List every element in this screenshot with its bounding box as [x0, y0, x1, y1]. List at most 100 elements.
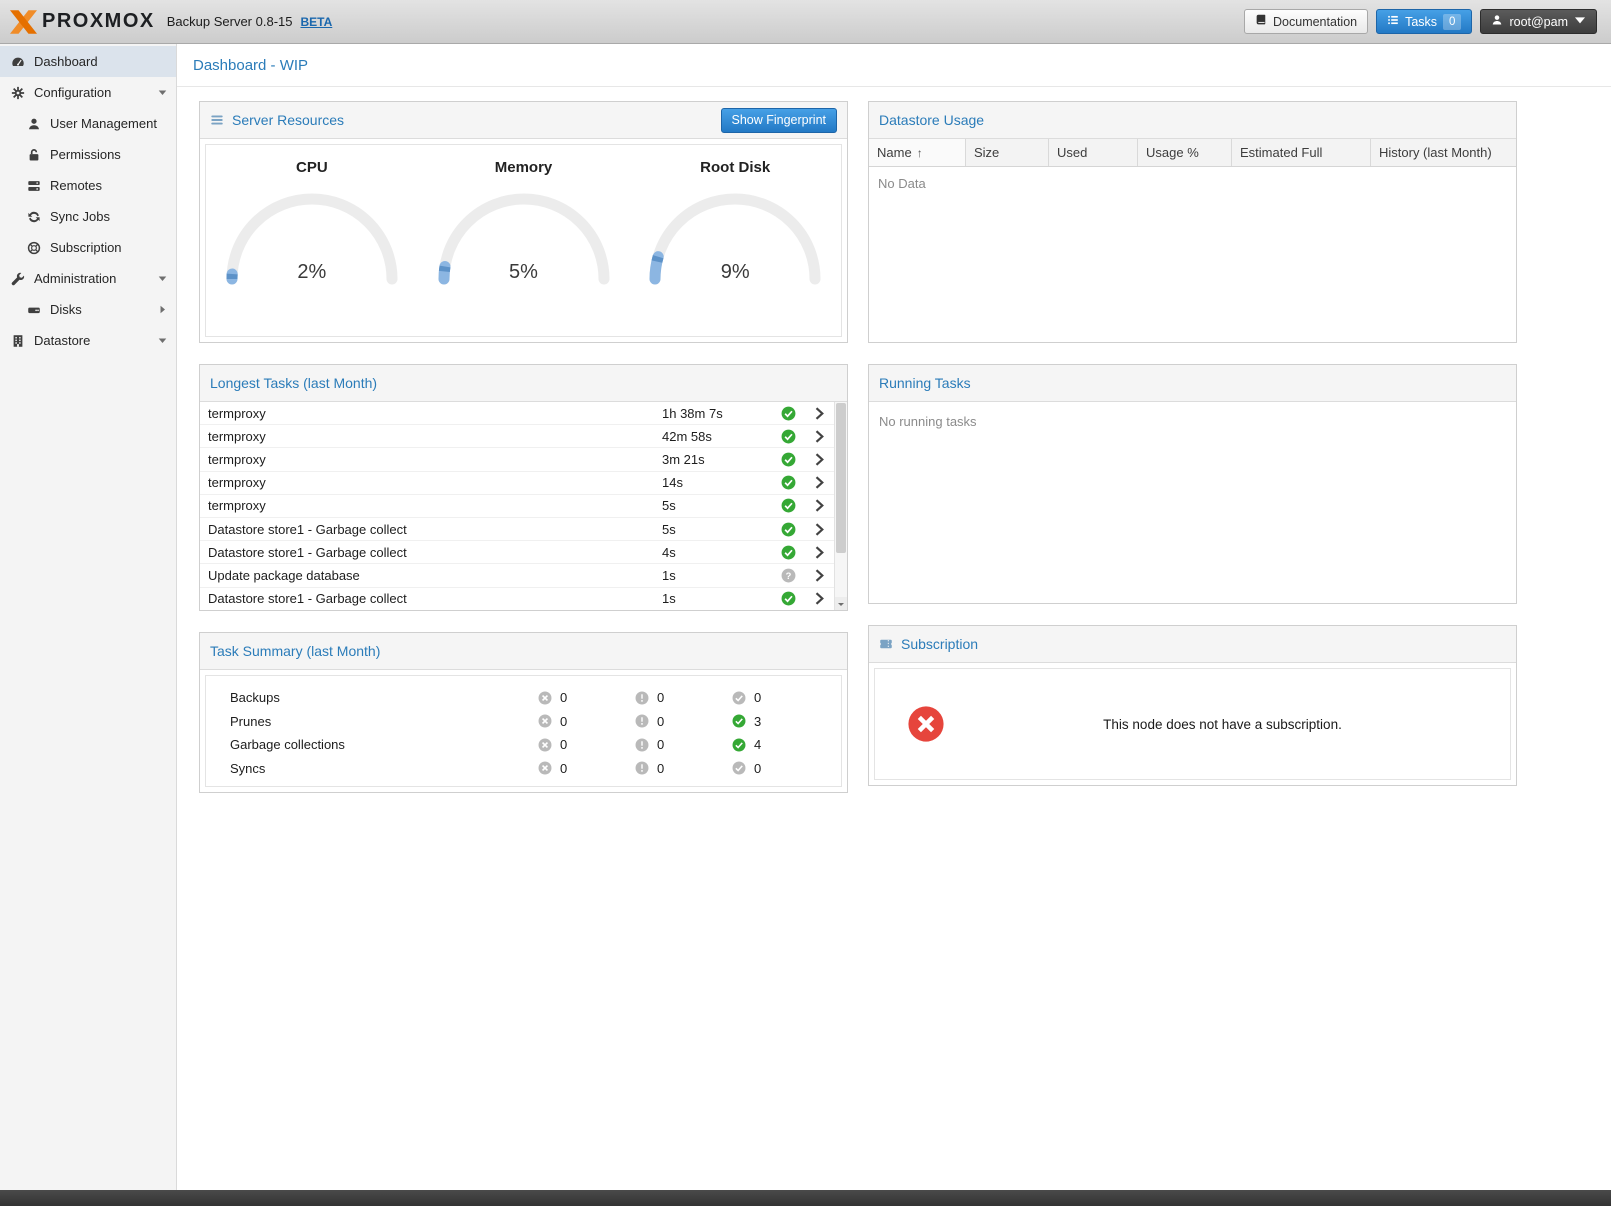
- task-summary-title: Task Summary (last Month): [210, 643, 380, 659]
- caret-down-icon: [158, 336, 167, 345]
- sidebar-item-sync-jobs[interactable]: Sync Jobs: [0, 201, 176, 232]
- task-name: termproxy: [208, 429, 662, 444]
- chevron-right-icon[interactable]: [806, 499, 832, 512]
- gauge-value: 5%: [509, 261, 538, 284]
- chevron-right-icon[interactable]: [806, 592, 832, 605]
- scrollbar-thumb[interactable]: [836, 403, 846, 553]
- sidebar-item-datastore[interactable]: Datastore: [0, 325, 176, 356]
- times-circle-icon: [538, 738, 552, 752]
- count-value: 0: [560, 714, 567, 729]
- sidebar-item-dashboard[interactable]: Dashboard: [0, 46, 176, 77]
- show-fingerprint-button[interactable]: Show Fingerprint: [721, 108, 838, 133]
- subscription-body: This node does not have a subscription.: [874, 668, 1511, 780]
- sidebar-item-administration[interactable]: Administration: [0, 263, 176, 294]
- task-name: Datastore store1 - Garbage collect: [208, 591, 662, 606]
- sidebar-item-subscription[interactable]: Subscription: [0, 232, 176, 263]
- chevron-right-icon[interactable]: [806, 546, 832, 559]
- tasks-button[interactable]: Tasks 0: [1376, 9, 1472, 34]
- gauges-container: CPU 2%: [205, 144, 842, 337]
- ok-count: 4: [732, 737, 829, 752]
- datastore-usage-title: Datastore Usage: [879, 112, 984, 128]
- scroll-down-button[interactable]: [835, 597, 847, 610]
- check-circle-icon: [732, 714, 746, 728]
- chevron-right-icon[interactable]: [806, 569, 832, 582]
- column-header-estimated-full[interactable]: Estimated Full: [1232, 139, 1371, 166]
- count-value: 0: [754, 690, 761, 705]
- sidebar-item-label: Administration: [34, 271, 116, 286]
- task-list-icon: [1387, 14, 1399, 29]
- task-summary-panel: Task Summary (last Month) Backups 0: [199, 632, 848, 793]
- datastore-usage-panel: Datastore Usage Name ↑ Size Used: [868, 101, 1517, 343]
- column-header-usage-percent[interactable]: Usage %: [1138, 139, 1232, 166]
- task-row[interactable]: Update package database 1s: [200, 564, 834, 587]
- column-header-history[interactable]: History (last Month): [1371, 139, 1516, 166]
- sidebar-item-disks[interactable]: Disks: [0, 294, 176, 325]
- user-menu-button[interactable]: root@pam: [1480, 9, 1597, 34]
- longest-tasks-list: termproxy 1h 38m 7s termproxy 42m 58s: [200, 402, 847, 610]
- column-label: History (last Month): [1379, 145, 1492, 160]
- sidebar-item-remotes[interactable]: Remotes: [0, 170, 176, 201]
- sort-asc-icon: ↑: [917, 146, 923, 160]
- longest-tasks-title: Longest Tasks (last Month): [210, 375, 377, 391]
- subscription-panel: Subscription This node does not have a s…: [868, 625, 1517, 786]
- sidebar-item-permissions[interactable]: Permissions: [0, 139, 176, 170]
- main-area: Dashboard - WIP Server Resources Show Fi…: [177, 44, 1611, 1190]
- column-header-used[interactable]: Used: [1049, 139, 1138, 166]
- gauge-label: CPU: [296, 159, 328, 176]
- status-ok-icon: [770, 429, 806, 444]
- task-row[interactable]: termproxy 42m 58s: [200, 425, 834, 448]
- task-summary-body: Backups 0 0: [205, 675, 842, 787]
- chevron-right-icon[interactable]: [806, 430, 832, 443]
- sidebar-item-label: Permissions: [50, 147, 121, 162]
- status-ok-icon: [770, 522, 806, 537]
- task-row[interactable]: termproxy 1h 38m 7s: [200, 402, 834, 425]
- task-row[interactable]: Datastore store1 - Garbage collect 5s: [200, 518, 834, 541]
- column-header-name[interactable]: Name ↑: [869, 139, 966, 166]
- task-duration: 3m 21s: [662, 452, 770, 467]
- subscription-message: This node does not have a subscription.: [1103, 717, 1342, 732]
- task-row[interactable]: Datastore store1 - Garbage collect 4s: [200, 541, 834, 564]
- documentation-button[interactable]: Documentation: [1244, 9, 1368, 34]
- chevron-right-icon[interactable]: [806, 476, 832, 489]
- subscription-title: Subscription: [901, 636, 978, 652]
- task-duration: 14s: [662, 475, 770, 490]
- chevron-right-icon[interactable]: [806, 453, 832, 466]
- sidebar-item-label: Configuration: [34, 85, 111, 100]
- status-ok-icon: [770, 406, 806, 421]
- gear-icon: [11, 86, 25, 100]
- task-summary-label: Syncs: [218, 761, 538, 776]
- cpu-gauge: CPU 2%: [206, 145, 418, 336]
- ticket-icon: [879, 637, 893, 651]
- chevron-right-icon[interactable]: [806, 523, 832, 536]
- count-value: 0: [754, 761, 761, 776]
- status-ok-icon: [770, 498, 806, 513]
- column-label: Size: [974, 145, 999, 160]
- scrollbar[interactable]: [834, 402, 847, 610]
- hdd-icon: [27, 303, 41, 317]
- task-row[interactable]: Datastore store1 - Garbage collect 1s: [200, 588, 834, 611]
- user-icon: [27, 117, 41, 131]
- datastore-table-body: No Data: [869, 167, 1516, 200]
- column-header-size[interactable]: Size: [966, 139, 1049, 166]
- sidebar-item-label: Remotes: [50, 178, 102, 193]
- sidebar-item-configuration[interactable]: Configuration: [0, 77, 176, 108]
- task-row[interactable]: termproxy 3m 21s: [200, 448, 834, 471]
- sidebar-item-user-management[interactable]: User Management: [0, 108, 176, 139]
- proxmox-backup-app: PROXMOX Backup Server 0.8-15 BETA Docume…: [0, 0, 1611, 1206]
- sidebar-item-label: Dashboard: [34, 54, 98, 69]
- task-name: termproxy: [208, 475, 662, 490]
- building-icon: [11, 334, 25, 348]
- sidebar-item-label: Datastore: [34, 333, 90, 348]
- column-label: Used: [1057, 145, 1087, 160]
- right-column: Datastore Usage Name ↑ Size Used: [868, 101, 1517, 786]
- longest-tasks-header: Longest Tasks (last Month): [200, 365, 847, 402]
- task-summary-row: Syncs 0 0: [218, 757, 829, 781]
- beta-link[interactable]: BETA: [300, 15, 332, 29]
- task-row[interactable]: termproxy 14s: [200, 472, 834, 495]
- gauge-value: 2%: [297, 261, 326, 284]
- chevron-right-icon[interactable]: [806, 407, 832, 420]
- times-circle-icon: [538, 761, 552, 775]
- proxmox-logo[interactable]: PROXMOX: [10, 10, 155, 34]
- count-value: 0: [560, 761, 567, 776]
- task-row[interactable]: termproxy 5s: [200, 495, 834, 518]
